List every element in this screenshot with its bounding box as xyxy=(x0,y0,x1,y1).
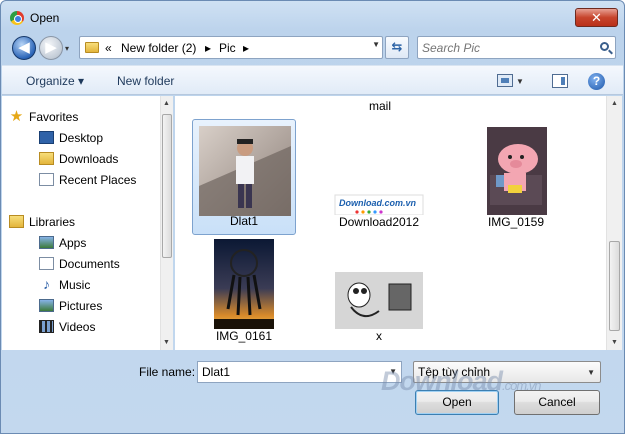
file-name-input[interactable] xyxy=(202,364,382,380)
file-label: Dlat1 xyxy=(229,214,258,228)
file-label: x xyxy=(376,329,382,343)
open-dialog: Open ✕ ◀ ▶ ▾ « New folder (2) ▸ Pic ▸ ▼ … xyxy=(0,0,625,434)
download-logo-text: Download.com.vn xyxy=(339,198,417,208)
file-type-dropdown-icon[interactable]: ▼ xyxy=(587,368,595,377)
videos-icon xyxy=(39,320,54,333)
address-dropdown-icon[interactable]: ▼ xyxy=(372,40,380,49)
open-button[interactable]: Open xyxy=(415,390,499,415)
file-label: Download2012 xyxy=(338,215,420,229)
desktop-icon xyxy=(39,131,54,144)
file-item-img-0161[interactable]: IMG_0161 xyxy=(192,233,296,349)
navigation-pane: ★ Favorites Desktop Downloads Recent Pla… xyxy=(2,96,173,350)
file-label: IMG_0161 xyxy=(215,329,273,343)
file-type-select[interactable]: Tệp tùy chỉnh ▼ xyxy=(413,361,601,383)
pictures-icon xyxy=(39,299,54,312)
folder-icon xyxy=(85,42,99,53)
file-label: IMG_0159 xyxy=(487,215,545,229)
dlat1-thumbnail xyxy=(199,126,291,216)
view-dropdown-icon[interactable]: ▼ xyxy=(516,77,524,86)
refresh-button[interactable]: ⇆ xyxy=(385,36,409,59)
address-bar[interactable]: « New folder (2) ▸ Pic ▸ ▼ xyxy=(79,36,383,59)
file-item-img-0159[interactable]: IMG_0159 xyxy=(464,119,568,235)
back-button[interactable]: ◀ xyxy=(12,36,36,60)
img-0161-thumbnail xyxy=(214,239,274,329)
breadcrumb-new-folder-2[interactable]: New folder (2) xyxy=(121,41,196,55)
music-icon: ♪ xyxy=(43,276,50,292)
partial-file-label: mail xyxy=(369,99,392,113)
downloads-folder-icon xyxy=(39,152,54,165)
search-input[interactable] xyxy=(422,39,592,56)
preview-pane-icon[interactable] xyxy=(552,74,568,88)
breadcrumb-pic[interactable]: Pic xyxy=(219,41,236,55)
download2012-thumbnail: Download.com.vn xyxy=(334,194,424,215)
scroll-down-icon[interactable]: ▼ xyxy=(611,339,618,346)
new-folder-button[interactable]: New folder xyxy=(117,74,174,88)
organize-button[interactable]: Organize ▾ xyxy=(26,74,84,88)
breadcrumb-separator-icon[interactable]: ▸ xyxy=(205,41,211,55)
close-button[interactable]: ✕ xyxy=(575,8,618,27)
change-view-icon[interactable] xyxy=(497,74,513,87)
star-icon: ★ xyxy=(9,108,24,125)
breadcrumb-separator-icon[interactable]: ▸ xyxy=(243,41,249,55)
dialog-title: Open xyxy=(30,11,60,25)
search-box[interactable] xyxy=(417,36,616,59)
forward-button[interactable]: ▶ xyxy=(39,36,63,60)
x-thumbnail xyxy=(335,272,423,329)
documents-icon xyxy=(39,257,54,270)
scroll-down-icon[interactable]: ▼ xyxy=(163,339,170,346)
libraries-icon xyxy=(9,215,24,228)
file-list-scroll-thumb[interactable] xyxy=(609,241,620,331)
file-item-download2012[interactable]: Download.com.vn Download2012 xyxy=(327,119,431,235)
scroll-up-icon[interactable]: ▲ xyxy=(163,100,170,107)
file-type-value: Tệp tùy chỉnh xyxy=(418,365,491,379)
navigation-scroll-thumb[interactable] xyxy=(162,114,172,258)
file-item-dlat1[interactable]: Dlat1 xyxy=(192,119,296,235)
help-icon[interactable]: ? xyxy=(588,73,605,90)
file-name-label: File name: xyxy=(139,365,196,379)
recent-places-icon xyxy=(39,173,54,186)
title-bar[interactable]: Open ✕ xyxy=(1,1,624,31)
scroll-up-icon[interactable]: ▲ xyxy=(611,100,618,107)
history-dropdown-icon[interactable]: ▾ xyxy=(65,44,69,53)
cancel-button[interactable]: Cancel xyxy=(514,390,600,415)
file-list-scrollbar[interactable]: ▲ ▼ xyxy=(606,96,622,350)
img-0159-thumbnail xyxy=(487,127,547,215)
file-name-combobox[interactable]: ▼ xyxy=(197,361,402,383)
chrome-icon xyxy=(10,11,24,25)
navigation-scrollbar[interactable]: ▲ ▼ xyxy=(160,96,173,350)
command-bar: Organize ▾ New folder ▼ ? xyxy=(2,65,623,95)
file-item-x[interactable]: x xyxy=(327,233,431,349)
search-icon[interactable] xyxy=(600,42,609,51)
file-list: mail Dlat1 Download.com.vn Download2012 … xyxy=(175,96,622,350)
apps-icon xyxy=(39,236,54,249)
breadcrumb-overflow[interactable]: « xyxy=(105,41,112,55)
file-name-dropdown-icon[interactable]: ▼ xyxy=(389,367,397,376)
